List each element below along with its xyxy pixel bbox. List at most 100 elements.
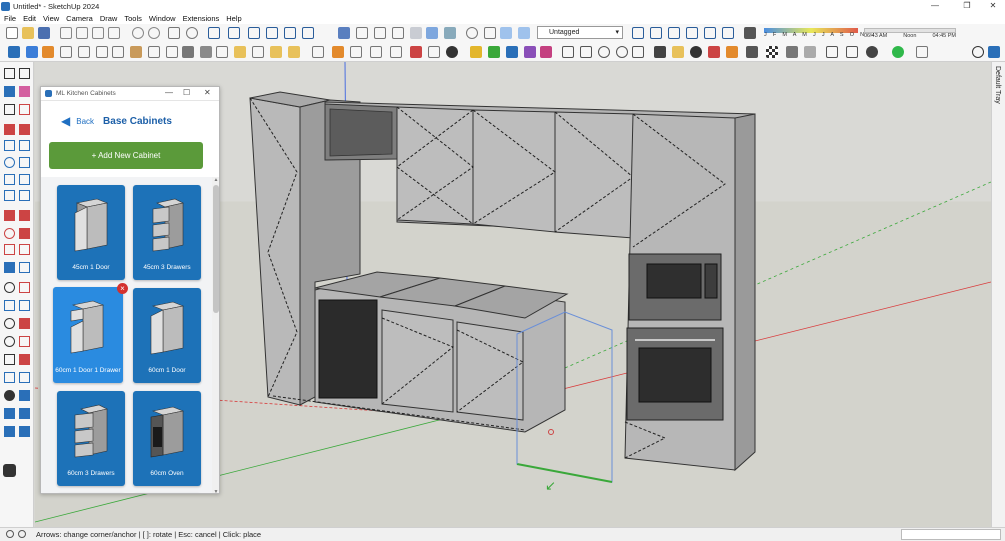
- zoom-window-icon[interactable]: [19, 336, 30, 347]
- paint-bucket-icon[interactable]: [4, 86, 15, 97]
- select-tool-icon[interactable]: [8, 46, 20, 58]
- dimension-icon[interactable]: [19, 262, 30, 273]
- shadows-toggle-icon[interactable]: [744, 27, 756, 39]
- doc-icon[interactable]: [60, 46, 72, 58]
- xray-icon[interactable]: [338, 27, 350, 39]
- circle-2-icon[interactable]: [616, 46, 628, 58]
- freehand-icon[interactable]: [19, 124, 30, 135]
- account-icon[interactable]: [866, 46, 878, 58]
- push-pull-icon[interactable]: [19, 210, 30, 221]
- protractor-icon[interactable]: [4, 282, 15, 293]
- smoove-icon[interactable]: [19, 408, 30, 419]
- undo-icon[interactable]: [132, 27, 144, 39]
- cabinet-2-icon[interactable]: [96, 46, 108, 58]
- export-icon[interactable]: [270, 46, 282, 58]
- cabinet-card-60cm-3-drawers[interactable]: 60cm 3 Drawers: [57, 391, 125, 486]
- monochrome-icon[interactable]: [444, 27, 456, 39]
- minimize-button[interactable]: —: [920, 0, 950, 12]
- offset-tool-icon[interactable]: [19, 244, 30, 255]
- tag-select[interactable]: Untagged ▾: [537, 26, 623, 39]
- user-purple-icon[interactable]: [524, 46, 536, 58]
- rectangle-icon[interactable]: [4, 140, 15, 151]
- box-3-icon[interactable]: [632, 46, 644, 58]
- select-arrow-icon[interactable]: [4, 68, 15, 79]
- box-1-icon[interactable]: [562, 46, 574, 58]
- scale-icon[interactable]: [312, 46, 324, 58]
- styles-icon[interactable]: [722, 27, 734, 39]
- cabinet-card-60cm-1-door-1-drawer[interactable]: 60cm 1 Door 1 Drawer: [53, 287, 123, 383]
- component-icon[interactable]: [650, 27, 662, 39]
- back-chevron-icon[interactable]: ◀: [61, 114, 70, 128]
- cabinet-card-45cm-1-door[interactable]: 45cm 1 Door: [57, 185, 125, 280]
- wireframe-icon[interactable]: [374, 27, 386, 39]
- list-icon[interactable]: [234, 46, 246, 58]
- box-2-icon[interactable]: [580, 46, 592, 58]
- pan-tool-icon[interactable]: [19, 318, 30, 329]
- circle-icon[interactable]: [4, 157, 15, 168]
- user-blue-icon[interactable]: [506, 46, 518, 58]
- remove-badge-icon[interactable]: ×: [117, 283, 128, 294]
- shaded-icon[interactable]: [410, 27, 422, 39]
- tape-measure-icon[interactable]: [4, 262, 15, 273]
- zoom-extents-tool-icon[interactable]: [4, 354, 15, 365]
- print-icon[interactable]: [168, 27, 180, 39]
- box-4-icon[interactable]: [826, 46, 838, 58]
- stamp-icon[interactable]: [4, 426, 15, 437]
- menu-file[interactable]: File: [4, 14, 16, 23]
- close-window-button[interactable]: ✕: [978, 0, 1005, 12]
- cabinet-3-icon[interactable]: [112, 46, 124, 58]
- scroll-thumb[interactable]: [213, 185, 219, 313]
- cabinet-icon[interactable]: [78, 46, 90, 58]
- layout-icon[interactable]: [672, 46, 684, 58]
- texture-icon[interactable]: [428, 46, 440, 58]
- save-icon[interactable]: [38, 27, 50, 39]
- menu-extensions[interactable]: Extensions: [183, 14, 220, 23]
- make-component-icon[interactable]: [4, 104, 15, 115]
- move-icon[interactable]: [4, 210, 15, 221]
- menu-window[interactable]: Window: [149, 14, 176, 23]
- shield-icon[interactable]: [726, 46, 738, 58]
- cabinet-card-60cm-1-door[interactable]: 60cm 1 Door: [133, 288, 201, 383]
- iso-view-icon[interactable]: [208, 27, 220, 39]
- grid-icon[interactable]: [916, 46, 928, 58]
- orbit-tool-icon[interactable]: [4, 318, 15, 329]
- move-tool-icon[interactable]: [332, 46, 344, 58]
- redo-icon[interactable]: [148, 27, 160, 39]
- axes-icon[interactable]: [4, 300, 15, 311]
- profile-icon[interactable]: [746, 46, 758, 58]
- kitchen-extension-icon[interactable]: [3, 464, 16, 477]
- new-file-icon[interactable]: [6, 27, 18, 39]
- orbit-icon[interactable]: [466, 27, 478, 39]
- circle-1-icon[interactable]: [598, 46, 610, 58]
- tag-icon[interactable]: [19, 104, 30, 115]
- compass-icon[interactable]: [972, 46, 984, 58]
- menu-view[interactable]: View: [43, 14, 59, 23]
- look-around-icon[interactable]: [4, 390, 15, 401]
- cabinet-card-60cm-oven[interactable]: 60cm Oven: [133, 391, 201, 486]
- position-camera-icon[interactable]: [4, 372, 15, 383]
- layers-icon[interactable]: [632, 27, 644, 39]
- group-icon[interactable]: [668, 27, 680, 39]
- panel-minimize-button[interactable]: —: [165, 88, 173, 97]
- top-view-icon[interactable]: [228, 27, 240, 39]
- sandbox-icon[interactable]: [4, 408, 15, 419]
- back-edges-icon[interactable]: [356, 27, 368, 39]
- default-tray[interactable]: Default Tray: [991, 62, 1005, 527]
- add-icon[interactable]: [690, 46, 702, 58]
- scroll-down-icon[interactable]: ▼: [212, 489, 219, 493]
- copy-icon[interactable]: [76, 27, 88, 39]
- back-link[interactable]: Back: [76, 117, 94, 126]
- wood-icon[interactable]: [130, 46, 142, 58]
- panel-close-button[interactable]: ✕: [204, 88, 211, 97]
- panel-icon[interactable]: [148, 46, 160, 58]
- panel-maximize-button[interactable]: ☐: [183, 88, 190, 97]
- cabinet-card-partial[interactable]: [133, 493, 201, 494]
- red-tool-icon[interactable]: [708, 46, 720, 58]
- right-view-icon[interactable]: [266, 27, 278, 39]
- arc-icon[interactable]: [4, 174, 15, 185]
- chair-icon[interactable]: [846, 46, 858, 58]
- shelf-icon[interactable]: [216, 46, 228, 58]
- panel-scrollbar[interactable]: ▲ ▼: [212, 177, 219, 493]
- flip-icon[interactable]: [390, 46, 402, 58]
- zoom-icon[interactable]: [4, 336, 15, 347]
